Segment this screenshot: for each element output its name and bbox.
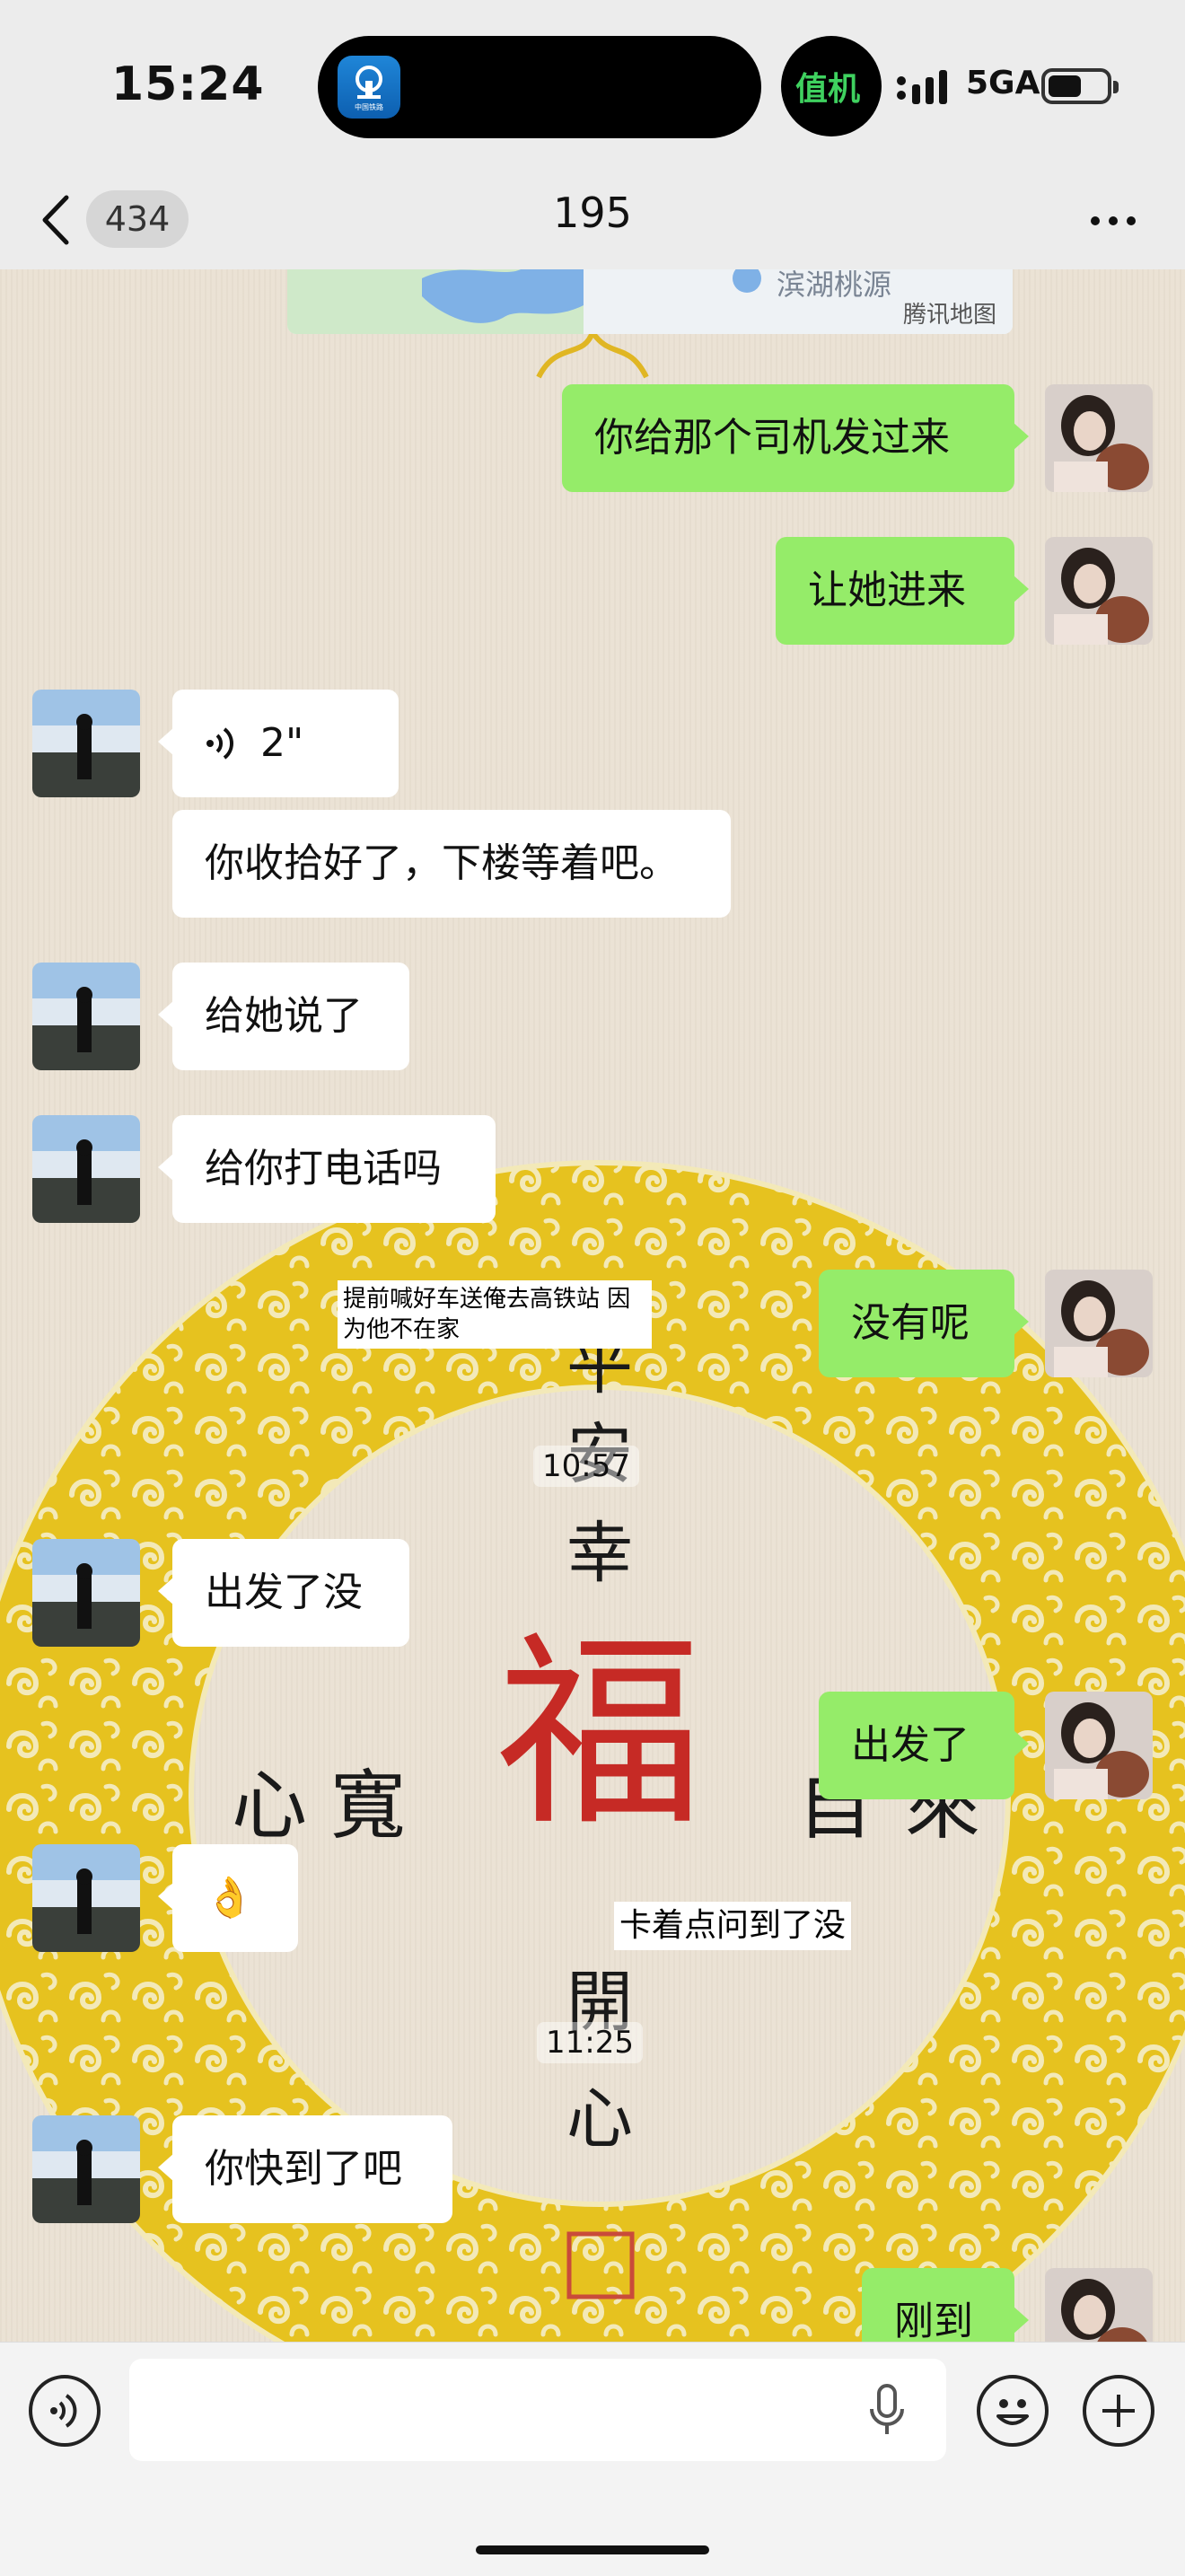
wallpaper-char-xin: 心 [232,1765,307,1849]
voice-input-button[interactable] [29,2375,101,2447]
emoji-button[interactable] [977,2375,1049,2447]
chat-header: 434 195 [0,171,1185,270]
message-bubble-me[interactable]: 没有呢 [819,1270,1029,1377]
wallpaper-char-xin2: 心 [566,2083,633,2157]
message-bubble-me[interactable]: 让她进来 [776,537,1029,645]
avatar-other[interactable] [32,1539,140,1647]
microphone-icon[interactable] [867,2384,907,2438]
timestamp: 10:57 [533,1446,639,1487]
message-bubble-me[interactable]: 你给那个司机发过来 [562,384,1029,492]
wallpaper-char-xing: 幸 [566,1517,633,1591]
status-bar: 15:24 中国铁路 值机 5GA [0,0,1185,171]
avatar-me[interactable] [1045,1270,1153,1377]
back-chevron-icon[interactable] [36,192,75,248]
message-bubble-me[interactable]: 刚到 [862,2268,1029,2342]
network-type: 5GA [966,65,1040,101]
signal-icon [897,70,947,104]
emoji-icon [996,2399,1029,2425]
chat-title: 195 [553,189,632,237]
checkin-label: 值机 [795,71,861,108]
chat-area[interactable]: 平 安 幸 福 心 寬 自 來 開 心 滨湖桃源 腾讯地图 你给那个司机发过来 … [0,269,1185,2342]
message-bubble-other[interactable]: 出发了没 [158,1539,409,1647]
avatar-other[interactable] [32,1844,140,1952]
message-bubble-me[interactable]: 出发了 [819,1692,1029,1799]
avatar-other[interactable] [32,2115,140,2223]
timestamp: 11:25 [537,2022,643,2063]
map-provider: 腾讯地图 [903,302,997,329]
avatar-me[interactable] [1045,537,1153,645]
more-icon[interactable] [1088,203,1138,239]
message-bubble-other[interactable]: 给你打电话吗 [158,1115,496,1223]
home-indicator[interactable] [476,2545,709,2554]
battery-icon [1041,68,1119,104]
voice-duration: 2" [260,720,304,766]
add-icon [1102,2395,1135,2427]
checkin-live-activity[interactable]: 值机 [781,36,882,136]
map-place-name: 滨湖桃源 [777,269,892,302]
location-card[interactable]: 滨湖桃源 腾讯地图 [287,269,1013,334]
avatar-me[interactable] [1045,384,1153,492]
message-input[interactable] [129,2359,946,2461]
app-icon-label: 中国铁路 [355,103,383,111]
wallpaper-char-kuan: 寬 [330,1765,406,1849]
annotation-note: 卡着点问到了没 [614,1902,852,1950]
avatar-other[interactable] [32,1115,140,1223]
add-button[interactable] [1083,2375,1154,2447]
message-bubble-other[interactable]: 你收拾好了，下楼等着吧。 [172,810,731,918]
avatar-other[interactable] [32,963,140,1070]
dynamic-island[interactable]: 中国铁路 [318,36,761,138]
annotation-note: 提前喊好车送俺去高铁站 因为他不在家 [338,1280,652,1349]
wallpaper-char-fu: 福 [496,1621,703,1850]
message-input-bar [0,2342,1185,2576]
avatar-me[interactable] [1045,2268,1153,2342]
voice-message-bubble[interactable]: 2" [158,690,399,797]
avatar-me[interactable] [1045,1692,1153,1799]
unread-count-badge[interactable]: 434 [86,190,189,248]
voice-wave-icon [206,727,233,760]
message-bubble-other[interactable]: 给她说了 [158,963,409,1070]
voice-input-icon [50,2394,77,2428]
railway-app-icon[interactable]: 中国铁路 [338,56,400,119]
message-bubble-other[interactable]: 你快到了吧 [158,2115,452,2223]
emoji-message-bubble[interactable]: 👌 [158,1844,298,1952]
status-time: 15:24 [111,57,265,111]
avatar-other[interactable] [32,690,140,797]
